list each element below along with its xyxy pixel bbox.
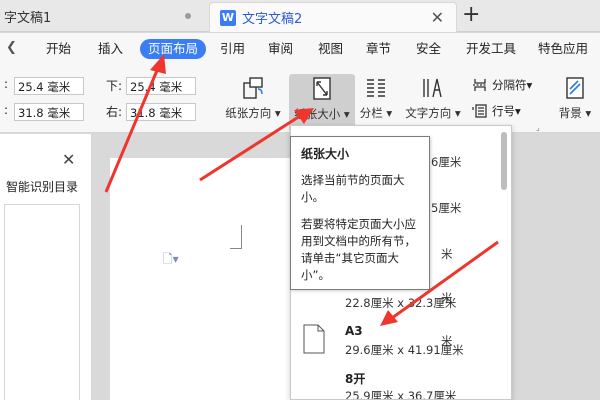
annotation-arrow-3: [380, 240, 499, 326]
annotation-arrow-2: [199, 108, 314, 182]
annotation-arrows: [104, 54, 499, 326]
annotation-arrow-1: [104, 54, 166, 193]
